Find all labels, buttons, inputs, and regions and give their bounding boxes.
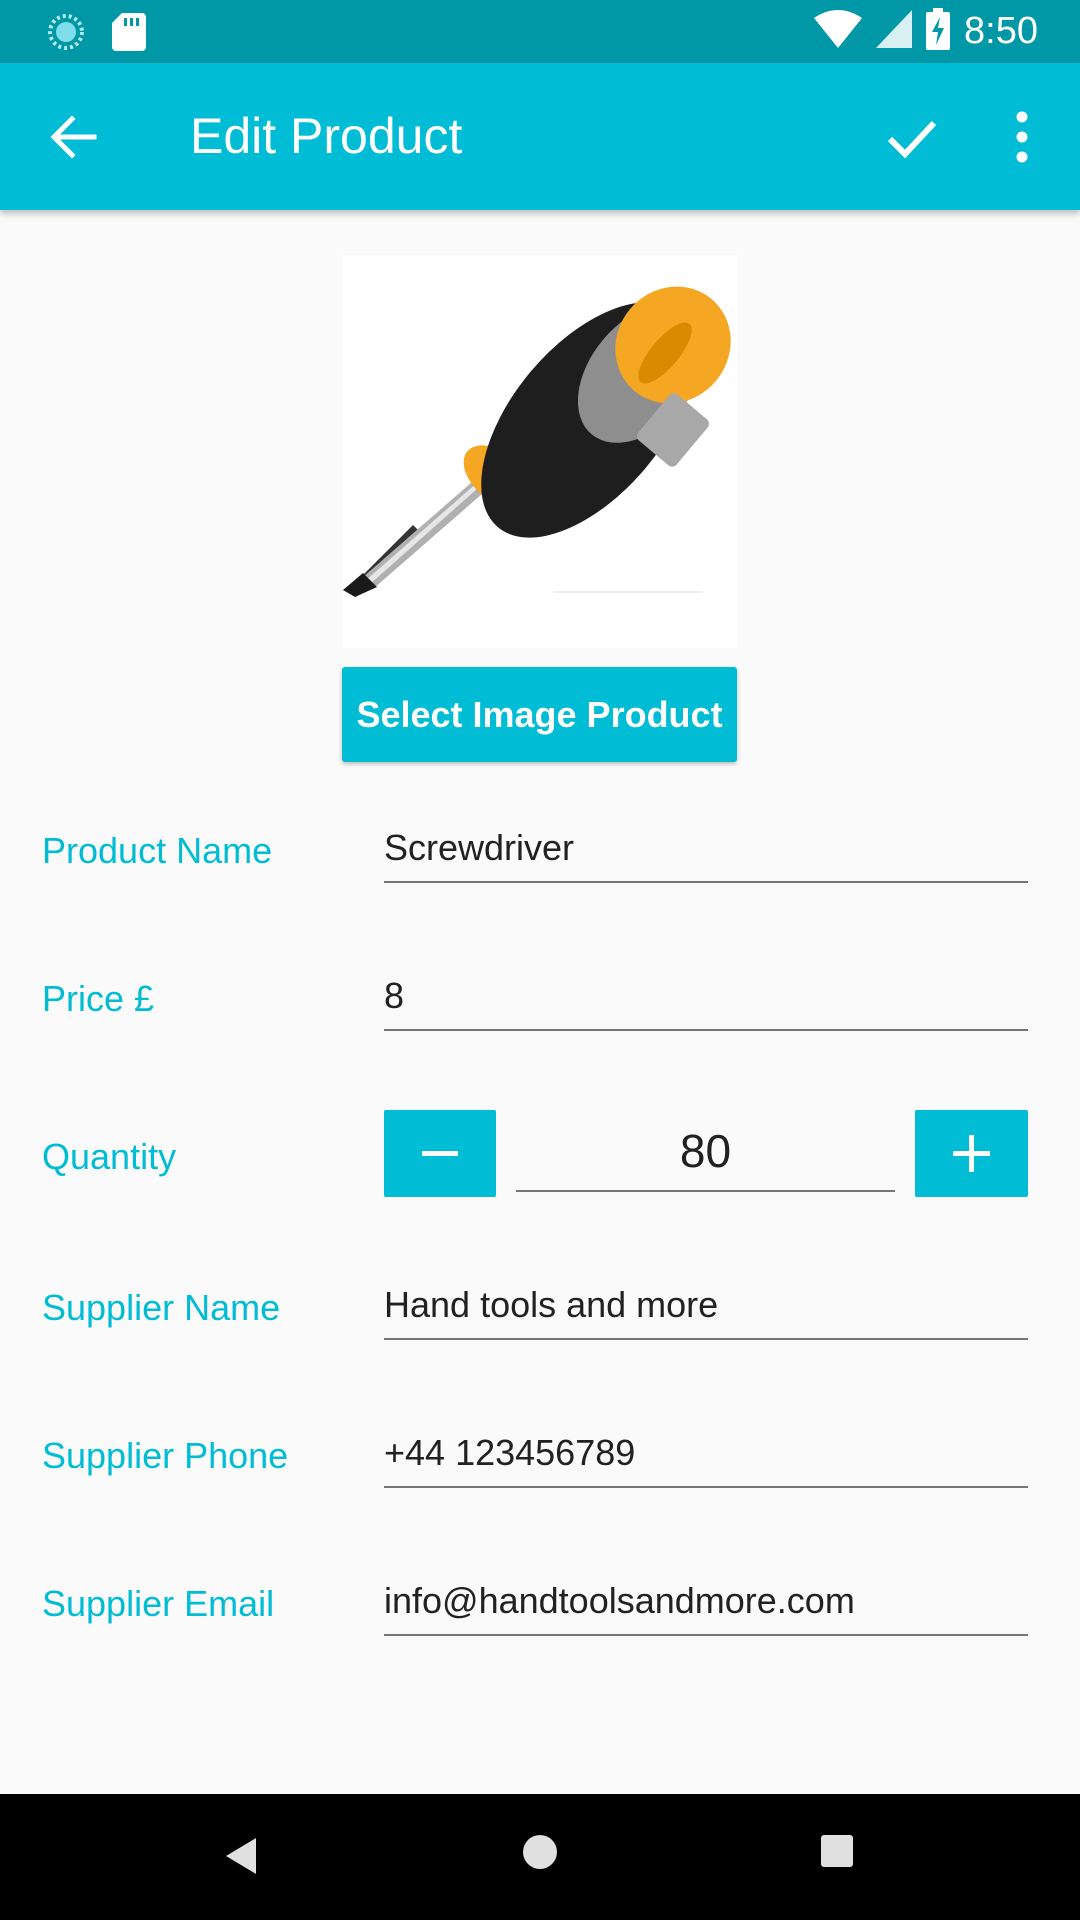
increase-quantity-button[interactable] — [915, 1110, 1028, 1197]
more-options-button[interactable] — [1000, 105, 1044, 169]
nav-home-button[interactable] — [522, 1834, 558, 1875]
product-name-field[interactable]: Screwdriver — [384, 817, 1028, 883]
status-bar: 8:50 — [0, 0, 1080, 63]
supplier-name-label: Supplier Name — [42, 1287, 281, 1328]
plus-icon — [953, 1135, 990, 1172]
nav-recents-button[interactable] — [820, 1834, 854, 1873]
product-name-label: Product Name — [42, 830, 273, 871]
check-icon — [887, 120, 937, 159]
nav-back-icon — [226, 1838, 256, 1874]
wifi-icon — [814, 10, 863, 53]
page-title: Edit Product — [190, 108, 463, 164]
supplier-phone-field[interactable]: +44 123456789 — [384, 1422, 1028, 1488]
supplier-name-field[interactable]: Hand tools and more — [384, 1274, 1028, 1340]
decrease-quantity-button[interactable] — [384, 1110, 496, 1197]
quantity-field[interactable]: 80 — [516, 1118, 895, 1192]
supplier-email-label: Supplier Email — [42, 1583, 275, 1624]
more-vert-icon — [1016, 111, 1028, 163]
supplier-phone-label: Supplier Phone — [42, 1435, 289, 1476]
navigation-bar — [0, 1794, 1080, 1920]
status-time: 8:50 — [964, 10, 1038, 52]
quantity-label: Quantity — [42, 1136, 177, 1177]
battery-charging-icon — [926, 8, 951, 55]
product-image[interactable] — [343, 255, 737, 648]
signal-icon — [876, 10, 913, 53]
select-image-button[interactable]: Select Image Product — [342, 667, 737, 762]
sd-card-icon — [112, 13, 146, 56]
save-button[interactable] — [880, 105, 944, 169]
nav-back-button[interactable] — [222, 1834, 262, 1883]
minus-icon — [422, 1151, 458, 1156]
price-label: Price £ — [42, 978, 155, 1019]
sync-icon — [46, 12, 86, 57]
app-bar: Edit Product — [0, 63, 1080, 210]
arrow-back-icon — [50, 115, 97, 159]
nav-recents-icon — [821, 1835, 853, 1867]
screwdriver-image — [343, 286, 731, 597]
supplier-email-field[interactable]: info@handtoolsandmore.com — [384, 1570, 1028, 1636]
nav-home-icon — [523, 1835, 557, 1869]
back-button[interactable] — [44, 107, 104, 167]
price-field[interactable]: 8 — [384, 965, 1028, 1031]
